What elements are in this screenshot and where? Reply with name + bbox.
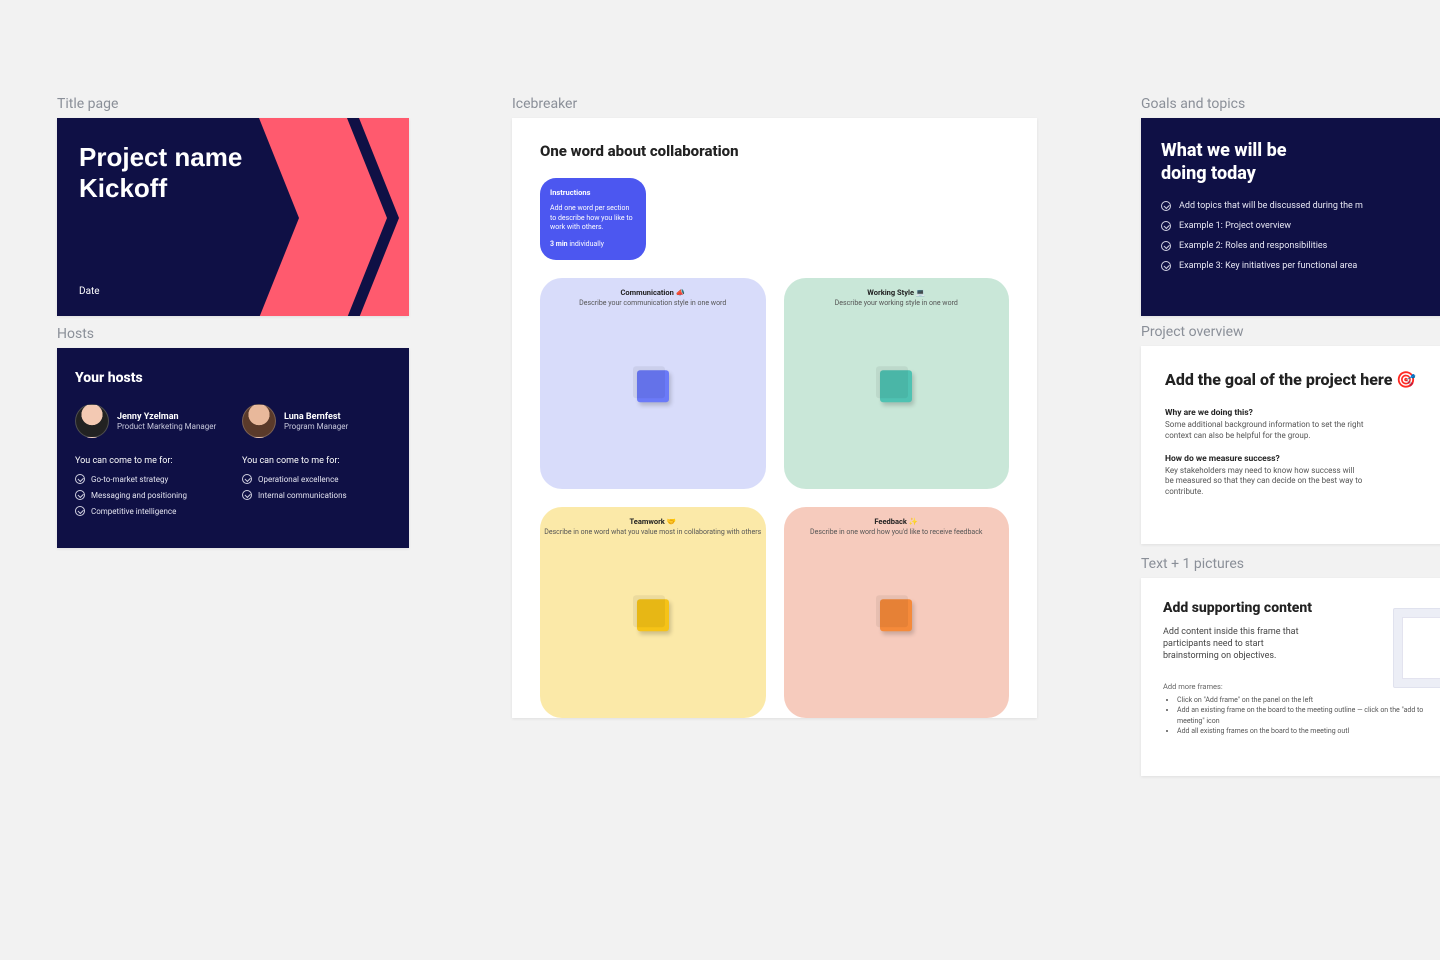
come-to-me-label: You can come to me for:	[75, 456, 224, 466]
textpic-body[interactable]: Add content inside this frame that parti…	[1163, 626, 1303, 662]
host-role[interactable]: Product Marketing Manager	[117, 422, 216, 431]
goal-item[interactable]: Example 3: Key initiatives per functiona…	[1161, 261, 1440, 271]
host-bullet[interactable]: Go-to-market strategy	[75, 474, 224, 484]
check-icon	[242, 474, 252, 484]
host-col-1: Jenny Yzelman Product Marketing Manager …	[75, 404, 224, 522]
host-col-2: Luna Bernfest Program Manager You can co…	[242, 404, 391, 522]
goal-item[interactable]: Example 1: Project overview	[1161, 221, 1440, 231]
avatar	[75, 404, 109, 438]
goal-item[interactable]: Add topics that will be discussed during…	[1161, 201, 1440, 211]
zone-title: Teamwork 🤝	[540, 517, 766, 526]
check-icon	[242, 490, 252, 500]
hosts-heading[interactable]: Your hosts	[75, 370, 391, 386]
frame-label-textpic: Text + 1 pictures	[1141, 556, 1244, 572]
zone-feedback[interactable]: Feedback ✨ Describe in one word how you'…	[784, 507, 1010, 718]
zone-teamwork[interactable]: Teamwork 🤝 Describe in one word what you…	[540, 507, 766, 718]
frame-label-goals: Goals and topics	[1141, 96, 1245, 112]
instructions-card[interactable]: Instructions Add one word per section to…	[540, 178, 646, 260]
frame-label-project: Project overview	[1141, 324, 1244, 340]
zone-subtitle: Describe in one word what you value most…	[540, 528, 766, 536]
project-q2[interactable]: How do we measure success?	[1165, 454, 1440, 464]
host-name[interactable]: Jenny Yzelman	[117, 412, 216, 422]
hosts-frame[interactable]: Your hosts Jenny Yzelman Product Marketi…	[57, 348, 409, 548]
sticky-note[interactable]	[880, 600, 912, 632]
zone-title: Working Style 💻	[784, 288, 1010, 297]
instructions-body: Add one word per section to describe how…	[550, 204, 633, 231]
zone-title: Feedback ✨	[784, 517, 1010, 526]
image-placeholder[interactable]	[1393, 608, 1440, 688]
project-a1[interactable]: Some additional background information t…	[1165, 420, 1365, 442]
sticky-note[interactable]	[880, 371, 912, 403]
project-overview-frame[interactable]: Add the goal of the project here 🎯 Why a…	[1141, 346, 1440, 544]
add-more-frames-list: Click on "Add frame" on the panel on the…	[1163, 695, 1440, 737]
sticky-note[interactable]	[637, 371, 669, 403]
frame-label-icebreaker: Icebreaker	[512, 96, 577, 112]
check-icon	[1161, 201, 1171, 211]
title-page-frame[interactable]: Project name Kickoff Date	[57, 118, 409, 316]
check-icon	[1161, 221, 1171, 231]
check-icon	[1161, 241, 1171, 251]
zone-working-style[interactable]: Working Style 💻 Describe your working st…	[784, 278, 1010, 489]
check-icon	[75, 506, 85, 516]
textpic-frame[interactable]: Add supporting content Add content insid…	[1141, 578, 1440, 776]
host-role[interactable]: Program Manager	[284, 422, 348, 431]
project-q1[interactable]: Why are we doing this?	[1165, 408, 1440, 418]
icebreaker-frame[interactable]: One word about collaboration Instruction…	[512, 118, 1037, 718]
frame-label-title: Title page	[57, 96, 118, 112]
chevron-decoration-icon	[227, 118, 387, 316]
zone-subtitle: Describe your working style in one word	[784, 299, 1010, 307]
goals-frame[interactable]: What we will bedoing today Add topics th…	[1141, 118, 1440, 316]
check-icon	[1161, 261, 1171, 271]
zone-communication[interactable]: Communication 📣 Describe your communicat…	[540, 278, 766, 489]
frame-label-hosts: Hosts	[57, 326, 94, 342]
check-icon	[75, 490, 85, 500]
host-bullet[interactable]: Messaging and positioning	[75, 490, 224, 500]
avatar	[242, 404, 276, 438]
project-a2[interactable]: Key stakeholders may need to know how su…	[1165, 466, 1365, 498]
instructions-title: Instructions	[550, 188, 636, 198]
host-name[interactable]: Luna Bernfest	[284, 412, 348, 422]
project-heading[interactable]: Add the goal of the project here 🎯	[1165, 370, 1440, 390]
zone-title: Communication 📣	[540, 288, 766, 297]
sticky-note[interactable]	[637, 600, 669, 632]
check-icon	[75, 474, 85, 484]
host-bullet[interactable]: Operational excellence	[242, 474, 391, 484]
list-item[interactable]: Add all existing frames on the board to …	[1177, 726, 1440, 737]
zone-subtitle: Describe your communication style in one…	[540, 299, 766, 307]
list-item[interactable]: Add an existing frame on the board to th…	[1177, 705, 1440, 726]
goal-item[interactable]: Example 2: Roles and responsibilities	[1161, 241, 1440, 251]
host-bullet[interactable]: Internal communications	[242, 490, 391, 500]
instructions-time: 3 min individually	[550, 240, 636, 249]
zone-subtitle: Describe in one word how you'd like to r…	[784, 528, 1010, 536]
goals-heading[interactable]: What we will bedoing today	[1161, 140, 1440, 185]
list-item[interactable]: Click on "Add frame" on the panel on the…	[1177, 695, 1440, 706]
title-heading[interactable]: Project name Kickoff	[79, 142, 242, 204]
title-date[interactable]: Date	[79, 286, 100, 297]
come-to-me-label: You can come to me for:	[242, 456, 391, 466]
host-bullet[interactable]: Competitive intelligence	[75, 506, 224, 516]
icebreaker-heading[interactable]: One word about collaboration	[540, 142, 1009, 160]
